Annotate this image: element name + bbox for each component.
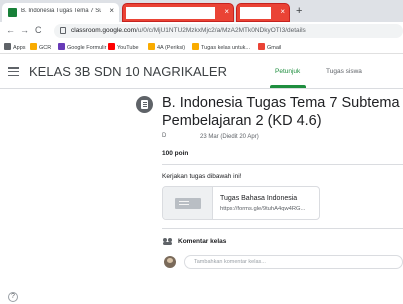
bookmark-label: YouTube [117,45,139,51]
tab-tugas-siswa[interactable]: Tugas siswa [326,68,362,75]
new-tab-button[interactable]: + [296,5,302,17]
hamburger-menu-icon[interactable] [8,67,19,77]
url-path: /u/0/c/MjU1NTU2MzkxMjc2/a/MzA2MTk0NDkyOT… [136,27,306,34]
bookmark-label: Google Formulir [67,45,107,51]
browser-tab-redacted-1[interactable]: × [122,3,234,22]
folder-icon [192,43,199,50]
tab-close-icon[interactable]: × [224,7,229,17]
tab-close-icon[interactable]: × [109,6,114,16]
url-host: classroom.google.com [71,27,137,34]
assignment-icon [136,96,153,113]
folder-icon [30,43,37,50]
bookmark-4a[interactable]: 4A (Periksi) [148,43,185,52]
bookmark-label: Gmail [267,45,282,51]
redacted-tab-area [126,7,215,19]
class-name[interactable]: KELAS 3B SDN 10 NAGRIKALER [29,64,227,79]
bookmark-label: GCR [39,45,52,51]
attachment-thumbnail [163,187,213,219]
bookmark-tugas-kelas[interactable]: Tugas kelas untuk... [192,43,250,52]
attachment-title[interactable]: Tugas Bahasa Indonesia [220,195,297,202]
reload-icon[interactable]: C [35,25,42,36]
classroom-header: KELAS 3B SDN 10 NAGRIKALER Petunjuk Tuga… [0,55,403,89]
assignment-title-line2: Pembelajaran 2 (KD 4.6) [162,113,322,129]
tab-petunjuk[interactable]: Petunjuk [275,68,300,75]
browser-tab-redacted-2[interactable]: × [236,3,290,22]
bookmark-apps[interactable]: Apps [4,43,26,52]
bookmark-label: Apps [13,45,26,51]
bookmark-label: 4A (Periksi) [157,45,186,51]
url-text: classroom.google.com/u/0/c/MjU1NTU2MzkxM… [71,27,306,34]
bookmark-youtube[interactable]: YouTube [108,43,139,52]
youtube-icon [108,43,115,50]
folder-icon [148,43,155,50]
browser-tab-strip: B. Indonesia Tugas Tema 7 Subte × × × + [0,0,403,22]
browser-toolbar: ← → C classroom.google.com/u/0/c/MjU1NTU… [0,22,403,40]
assignment-instructions: Kerjakan tugas dibawah ini! [162,173,242,180]
bookmark-label: Tugas kelas untuk... [201,45,251,51]
assignment-title-line1: B. Indonesia Tugas Tema 7 Subtema 2 [162,95,403,111]
forms-icon [58,43,65,50]
assignment-date: 23 Mar (Diedit 20 Apr) [200,134,259,140]
class-comment-input[interactable]: Tambahkan komentar kelas... [184,255,403,269]
user-avatar [164,256,176,268]
bookmark-gmail[interactable]: Gmail [258,43,281,52]
active-tab-indicator [270,85,306,88]
back-arrow-icon[interactable]: ← [6,25,15,36]
address-bar[interactable]: classroom.google.com/u/0/c/MjU1NTU2MzkxM… [54,24,403,38]
tab-title: B. Indonesia Tugas Tema 7 Subte [21,8,101,14]
people-icon [163,238,173,246]
divider [162,228,403,229]
apps-grid-icon [4,43,11,50]
redacted-tab-area [240,7,271,19]
help-icon[interactable]: ? [8,292,18,302]
divider [162,164,403,165]
bookmark-gcr[interactable]: GCR [30,43,51,52]
classroom-favicon-icon [8,8,17,17]
assignment-title: B. Indonesia Tugas Tema 7 Subtema 2 Pemb… [162,94,403,130]
attachment-card[interactable]: Tugas Bahasa Indonesia https://forms.gle… [162,186,320,220]
tab-close-icon[interactable]: × [280,7,285,17]
gmail-icon [258,43,265,50]
bookmark-google-forms[interactable]: Google Formulir [58,43,106,52]
forward-arrow-icon[interactable]: → [20,25,29,36]
form-preview-icon [175,198,201,209]
bookmarks-bar: Apps GCR Google Formulir YouTube 4A (Per… [0,40,403,54]
lock-icon [60,27,66,34]
attachment-url: https://forms.gle/9tuhA4qw4RG... [220,206,306,212]
teacher-name: D [162,133,167,139]
comment-placeholder: Tambahkan komentar kelas... [194,259,266,265]
class-comments-label: Komentar kelas [178,238,227,245]
browser-tab-classroom[interactable]: B. Indonesia Tugas Tema 7 Subte × [2,3,119,22]
assignment-points: 100 poin [162,150,189,157]
